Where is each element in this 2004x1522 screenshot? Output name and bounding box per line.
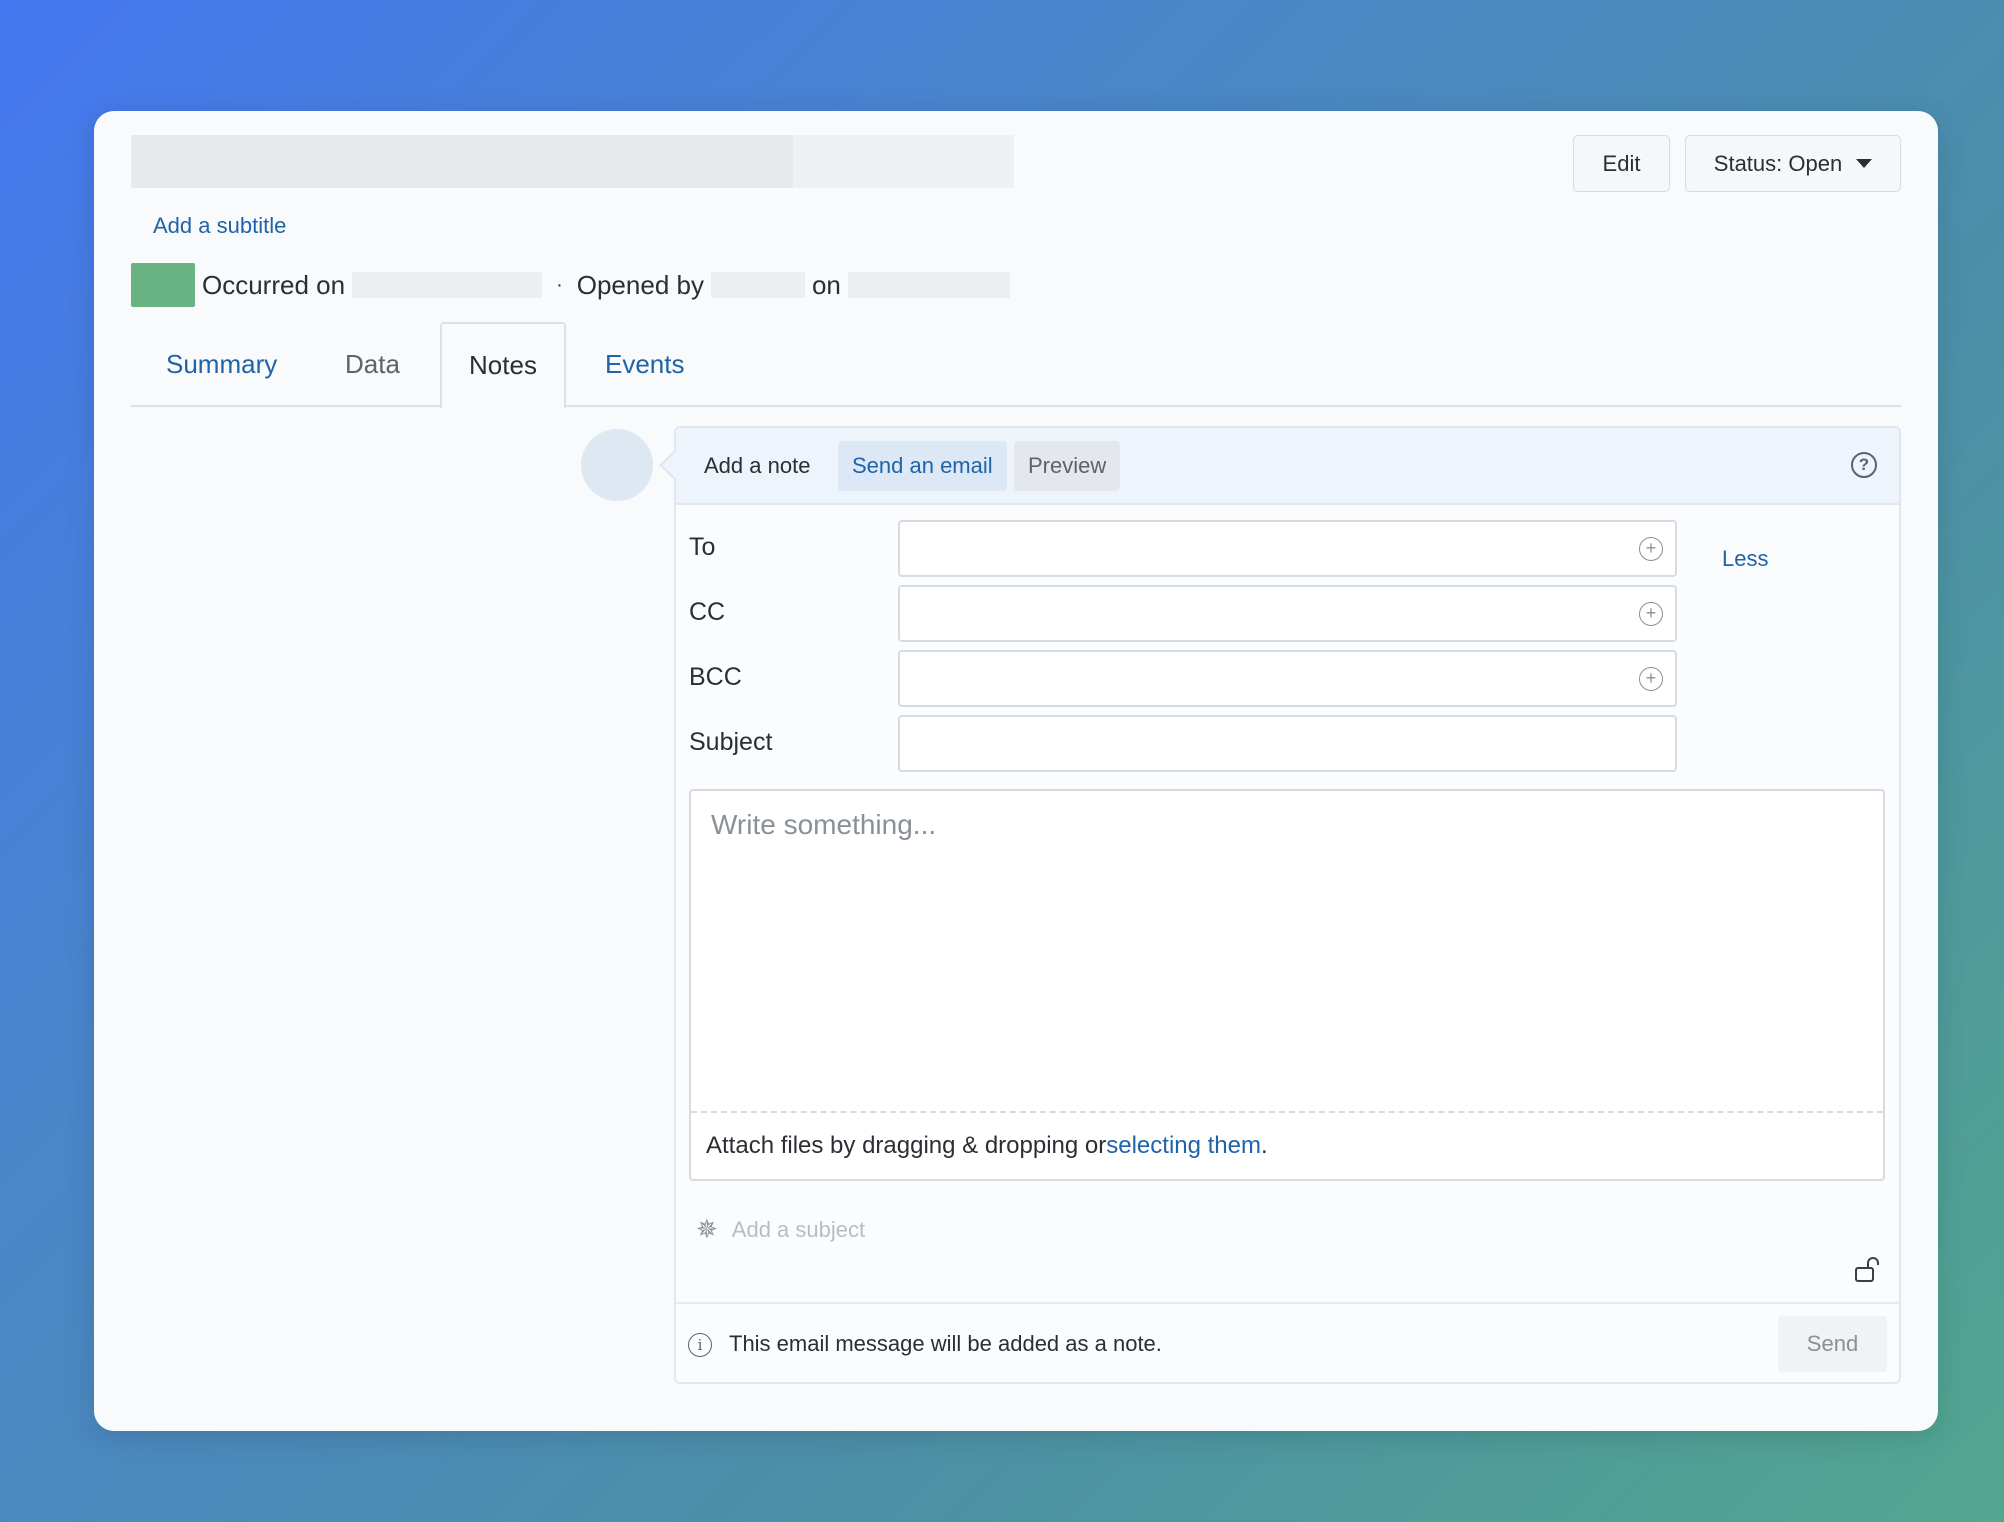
- add-subtitle-link[interactable]: Add a subtitle: [153, 213, 286, 239]
- meta-separator: ·: [556, 273, 563, 296]
- footer-note: This email message will be added as a no…: [729, 1331, 1162, 1356]
- edit-button-label: Edit: [1602, 150, 1641, 176]
- add-subject-placeholder: Add a subject: [731, 1216, 866, 1242]
- composer-header: Add a note Send an email Preview ?: [676, 428, 1899, 505]
- send-button[interactable]: Send: [1778, 1316, 1887, 1372]
- editor-placeholder: Write something...: [711, 809, 937, 840]
- attach-text: Attach files by dragging & dropping or: [706, 1132, 1107, 1159]
- attach-suffix: .: [1261, 1132, 1268, 1159]
- preview-tab[interactable]: Preview: [1014, 441, 1121, 491]
- status-badge: [131, 263, 195, 307]
- subject-field[interactable]: [898, 715, 1677, 772]
- title-placeholder: [131, 135, 1014, 188]
- occurred-date-placeholder: [352, 272, 543, 298]
- select-files-link[interactable]: selecting them: [1106, 1132, 1261, 1160]
- cc-field[interactable]: +: [898, 585, 1677, 642]
- help-icon[interactable]: ?: [1851, 452, 1877, 478]
- less-link[interactable]: Less: [1722, 546, 1768, 572]
- message-editor[interactable]: Write something... Attach files by dragg…: [689, 789, 1885, 1181]
- plus-circle-icon[interactable]: +: [1639, 537, 1663, 561]
- cc-label: CC: [689, 598, 726, 626]
- subject-label: Subject: [689, 728, 773, 756]
- opened-date-placeholder: [847, 272, 1010, 298]
- send-button-label: Send: [1806, 1331, 1859, 1356]
- attach-dropzone[interactable]: Attach files by dragging & dropping or s…: [691, 1111, 1883, 1179]
- on-label: on: [811, 269, 841, 300]
- plus-circle-icon[interactable]: +: [1639, 602, 1663, 626]
- tab-data[interactable]: Data: [345, 322, 400, 407]
- plus-circle-icon[interactable]: +: [1639, 667, 1663, 691]
- tab-notes[interactable]: Notes: [440, 322, 566, 409]
- unlock-icon[interactable]: [1853, 1256, 1881, 1284]
- avatar: [581, 429, 653, 501]
- meta-line: Occurred on · Opened by on: [131, 263, 1010, 307]
- sparkle-icon: ✵: [696, 1214, 718, 1244]
- tab-events[interactable]: Events: [605, 322, 685, 407]
- email-composer: Add a note Send an email Preview ? To + …: [674, 426, 1901, 1384]
- composer-footer: i This email message will be added as a …: [676, 1302, 1899, 1384]
- opened-by-label: Opened by: [576, 269, 704, 300]
- tab-bar: Summary Data Notes Events: [131, 322, 1901, 409]
- add-subject-line[interactable]: ✵ Add a subject: [696, 1214, 865, 1245]
- status-dropdown[interactable]: Status: Open: [1685, 135, 1901, 192]
- caret-down-icon: [1856, 159, 1873, 168]
- send-email-tab[interactable]: Send an email: [838, 441, 1007, 491]
- opened-by-placeholder: [710, 272, 805, 298]
- to-field[interactable]: +: [898, 520, 1677, 577]
- status-label: Status: Open: [1713, 150, 1843, 176]
- edit-button[interactable]: Edit: [1573, 135, 1670, 192]
- to-label: To: [689, 533, 716, 561]
- add-note-tab[interactable]: Add a note: [690, 441, 824, 491]
- incident-card: Edit Status: Open Add a subtitle Occurre…: [94, 111, 1938, 1431]
- bcc-field[interactable]: +: [898, 650, 1677, 707]
- info-icon: i: [688, 1333, 712, 1357]
- occurred-on-label: Occurred on: [202, 269, 346, 300]
- bcc-label: BCC: [689, 663, 742, 691]
- tab-summary[interactable]: Summary: [166, 322, 277, 407]
